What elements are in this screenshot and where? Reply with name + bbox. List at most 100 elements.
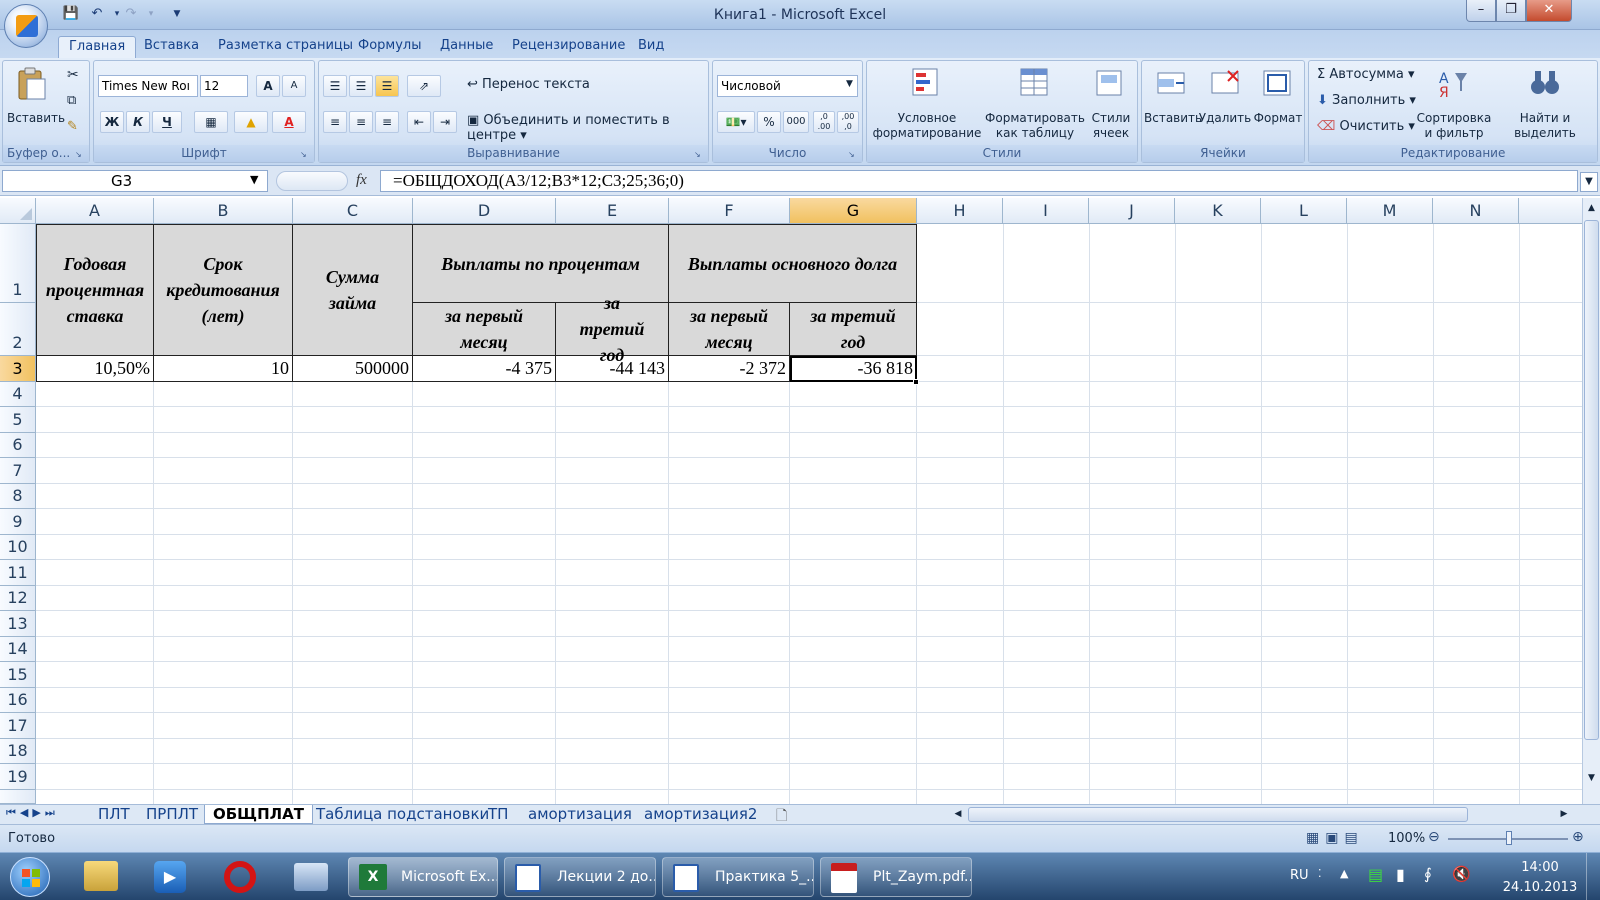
currency-button[interactable]: 💵▾: [717, 111, 755, 133]
delete-cells-button[interactable]: Удалить: [1198, 65, 1252, 145]
thousands-button[interactable]: 000: [783, 111, 809, 133]
column-header-a[interactable]: A: [36, 198, 154, 224]
format-as-table-button[interactable]: Форматировать как таблицу: [985, 65, 1085, 145]
tray-help-icon[interactable]: ⁚: [1318, 867, 1322, 880]
media-player-icon[interactable]: ▶: [154, 861, 186, 893]
cut-icon[interactable]: ✂: [67, 67, 79, 83]
insert-function-button[interactable]: fx: [356, 172, 367, 189]
row-header-12[interactable]: 12: [0, 586, 36, 611]
decrease-indent-button[interactable]: ⇤: [407, 111, 431, 133]
column-header-b[interactable]: B: [154, 198, 293, 224]
sheet-tab-obshplat[interactable]: ОБЩПЛАТ: [204, 805, 313, 824]
autosum-button[interactable]: Σ Автосумма ▾: [1317, 67, 1415, 82]
cell-d2-first-month[interactable]: за первый месяц: [413, 303, 556, 356]
column-header-d[interactable]: D: [413, 198, 556, 224]
row-header-15[interactable]: 15: [0, 662, 36, 688]
grow-font-button[interactable]: A: [256, 75, 280, 97]
row-header-1[interactable]: 1: [0, 224, 36, 303]
network-icon[interactable]: ∮: [1424, 865, 1432, 883]
fill-color-button[interactable]: ▲: [234, 111, 268, 133]
align-left-button[interactable]: ≡: [323, 111, 347, 133]
scroll-right-icon[interactable]: ▶: [1556, 807, 1572, 822]
tab-review[interactable]: Рецензирование: [502, 36, 635, 58]
increase-indent-button[interactable]: ⇥: [433, 111, 457, 133]
vertical-scroll-thumb[interactable]: [1584, 220, 1599, 740]
merge-center-button[interactable]: ▣ Объединить и поместить в центре ▾: [467, 113, 708, 143]
row-header-7[interactable]: 7: [0, 458, 36, 484]
save-icon[interactable]: 💾: [62, 5, 80, 23]
tab-formulas[interactable]: Формулы: [348, 36, 431, 58]
align-top-button[interactable]: ☰: [323, 75, 347, 97]
vertical-scrollbar[interactable]: ▲ ▼: [1582, 198, 1600, 804]
fill-button[interactable]: ⬇ Заполнить ▾: [1317, 93, 1416, 108]
cell-g2-third-year[interactable]: за третий год: [790, 303, 917, 356]
row-header-5[interactable]: 5: [0, 407, 36, 433]
shrink-font-button[interactable]: A: [282, 75, 306, 97]
select-all-corner[interactable]: [0, 198, 36, 224]
cell-e3-interest-third-value[interactable]: -44 143: [556, 356, 669, 382]
show-desktop-button[interactable]: [1586, 853, 1600, 900]
font-size-combo[interactable]: 12: [200, 75, 248, 97]
sort-filter-button[interactable]: AЯ Сортировка и фильтр: [1413, 65, 1495, 145]
clock-date[interactable]: 24.10.2013: [1500, 880, 1580, 895]
redo-icon[interactable]: ↷: [122, 5, 140, 23]
column-header-o[interactable]: [1519, 198, 1582, 224]
clock-time[interactable]: 14:00: [1500, 860, 1580, 875]
row-header-2[interactable]: 2: [0, 303, 36, 356]
sheet-tab-tp[interactable]: ТП: [484, 805, 512, 824]
cell-b3-term-value[interactable]: 10: [154, 356, 293, 382]
font-name-combo[interactable]: Times New Roı: [98, 75, 198, 97]
cell-g3-principal-third-value[interactable]: -36 818: [790, 356, 917, 382]
sheet-nav-icons[interactable]: ⏮◀▶⏭: [6, 806, 59, 820]
row-header-9[interactable]: 9: [0, 509, 36, 535]
row-header-18[interactable]: 18: [0, 739, 36, 764]
tab-insert[interactable]: Вставка: [134, 36, 209, 58]
alignment-launcher-icon[interactable]: ↘: [694, 149, 705, 160]
conditional-formatting-button[interactable]: Условное форматирование: [871, 65, 983, 145]
taskbar-lectures[interactable]: Лекции 2 до...: [504, 857, 656, 897]
column-header-i[interactable]: I: [1003, 198, 1089, 224]
start-button[interactable]: [10, 857, 50, 897]
formula-input[interactable]: =ОБЩДОХОД(A3/12;B3*12;C3;25;36;0): [380, 170, 1578, 192]
sheet-tab-amortization[interactable]: амортизация: [524, 805, 636, 824]
cell-a3-rate-value[interactable]: 10,50%: [36, 356, 154, 382]
increase-decimal-button[interactable]: ,0 .00: [813, 111, 835, 133]
sheet-tab-prplt[interactable]: ПРПЛТ: [142, 805, 202, 824]
clear-button[interactable]: ⌫ Очистить ▾: [1317, 119, 1415, 134]
sheet-tab-amortization2[interactable]: амортизация2: [640, 805, 761, 824]
cell-f3-principal-first-value[interactable]: -2 372: [669, 356, 790, 382]
decrease-decimal-button[interactable]: ,00 ,0: [837, 111, 859, 133]
worksheet-grid[interactable]: A B C D E F G H I J K L M N 1 2 3 4 5 6 …: [0, 198, 1582, 804]
zoom-out-icon[interactable]: ⊖: [1428, 829, 1440, 845]
name-box-dropdown-icon[interactable]: ▼: [250, 173, 258, 186]
sheet-tab-data-table[interactable]: Таблица подстановки: [312, 805, 493, 824]
format-cells-button[interactable]: Формат: [1252, 65, 1304, 145]
row-header-17[interactable]: 17: [0, 713, 36, 739]
row-header-4[interactable]: 4: [0, 382, 36, 407]
row-header-14[interactable]: 14: [0, 637, 36, 662]
borders-button[interactable]: ▦: [194, 111, 228, 133]
tray-expand-icon[interactable]: ▲: [1340, 867, 1348, 880]
name-box[interactable]: G3: [2, 170, 268, 192]
volume-muted-icon[interactable]: 🔇: [1452, 865, 1471, 883]
copy-icon[interactable]: ⧉: [67, 93, 76, 108]
taskbar-practice[interactable]: Практика 5_...: [662, 857, 814, 897]
row-header-3[interactable]: 3: [0, 356, 36, 382]
column-header-f[interactable]: F: [669, 198, 790, 224]
row-header-6[interactable]: 6: [0, 433, 36, 458]
column-header-m[interactable]: M: [1347, 198, 1433, 224]
tab-home[interactable]: Главная: [58, 36, 137, 58]
cell-c1-loan-sum[interactable]: Сумма займа: [293, 224, 413, 356]
row-header-10[interactable]: 10: [0, 535, 36, 560]
redo-dropdown-icon[interactable]: ▾: [142, 5, 160, 23]
number-format-combo[interactable]: Числовой: [717, 75, 858, 97]
maximize-button[interactable]: ❐: [1496, 0, 1526, 22]
column-header-g[interactable]: G: [790, 198, 917, 224]
scroll-up-icon[interactable]: ▲: [1584, 200, 1599, 216]
row-header-13[interactable]: 13: [0, 611, 36, 637]
cell-e2-third-year[interactable]: за третий год: [556, 293, 669, 365]
customize-qat-icon[interactable]: ▼: [168, 5, 186, 23]
align-bottom-button[interactable]: ☰: [375, 75, 399, 97]
align-center-button[interactable]: ≡: [349, 111, 373, 133]
remote-desktop-icon[interactable]: [294, 863, 328, 891]
